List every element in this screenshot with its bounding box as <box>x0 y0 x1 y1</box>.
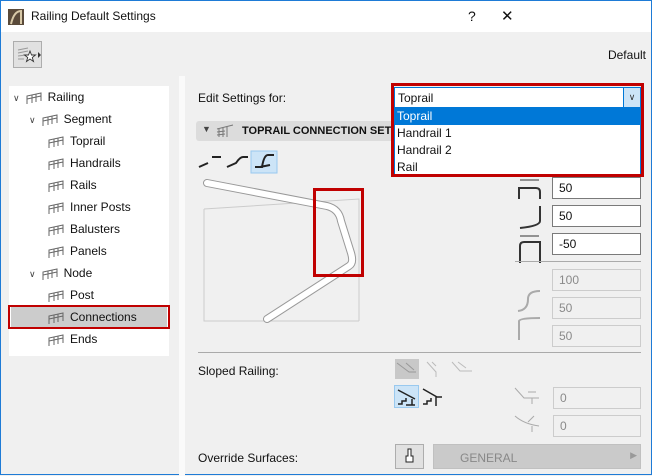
tree-item-railing[interactable]: ∨ Railing <box>13 87 84 107</box>
tree-item-panels[interactable]: Panels <box>47 241 107 261</box>
railing-icon <box>26 92 42 104</box>
tree-item-rails[interactable]: Rails <box>47 175 97 195</box>
panels-icon <box>48 246 64 258</box>
slope-param-icons <box>514 387 540 432</box>
node-icon <box>42 268 58 280</box>
tree-item-label: Inner Posts <box>70 200 131 214</box>
preset-name: Default <box>607 48 646 62</box>
archicad-app-icon <box>8 9 24 25</box>
tree-item-label: Segment <box>63 112 112 126</box>
radius-input[interactable]: 50 <box>552 205 641 227</box>
section-divider <box>198 352 641 353</box>
handrails-icon <box>48 158 64 170</box>
tree-item-segment[interactable]: ∨ Segment <box>29 109 112 129</box>
slope-option-3[interactable] <box>451 361 472 372</box>
title-bar: Railing Default Settings ? ✕ <box>1 1 651 32</box>
tree-item-label: Ends <box>70 332 98 346</box>
step-length-input[interactable]: 100 <box>552 269 641 291</box>
favorites-button[interactable] <box>13 41 42 68</box>
divider <box>515 261 641 262</box>
tree-item-label: Railing <box>47 90 85 104</box>
chevron-down-icon[interactable]: ∨ <box>29 115 36 125</box>
slope-option-2[interactable] <box>426 361 437 377</box>
tree-item-inner-posts[interactable]: Inner Posts <box>47 197 131 217</box>
tree-item-ends[interactable]: Ends <box>47 329 97 349</box>
dialog-window: Railing Default Settings ? ✕ Default ∨ Ra… <box>0 0 652 476</box>
sloped-options <box>394 359 472 408</box>
highlight-connection <box>313 188 364 277</box>
toprail-icon <box>48 136 64 148</box>
arrow-right-icon: ▶ <box>630 450 637 460</box>
step-radius-input-2[interactable]: 50 <box>552 325 641 347</box>
post-icon <box>48 290 64 302</box>
slope-vertical-option[interactable] <box>422 388 442 406</box>
edit-settings-label: Edit Settings for: <box>198 91 287 105</box>
close-button[interactable]: ✕ <box>501 7 514 25</box>
tree-item-handrails[interactable]: Handrails <box>47 153 121 173</box>
override-surfaces-label: Override Surfaces: <box>198 451 299 465</box>
highlight-connections <box>8 305 170 329</box>
chevron-down-icon[interactable]: ∨ <box>29 269 36 279</box>
collapse-arrow-icon: ▼ <box>202 124 211 134</box>
section-header[interactable]: ▼ TOPRAIL CONNECTION SETTINGS <box>196 121 391 141</box>
tree-item-label: Handrails <box>70 156 121 170</box>
ends-icon <box>48 334 64 346</box>
offset-input-1[interactable]: 50 <box>552 177 641 199</box>
tree-item-label: Rails <box>70 178 97 192</box>
section-title: TOPRAIL CONNECTION SETTINGS <box>242 125 391 137</box>
tree-item-label: Toprail <box>70 134 106 148</box>
paintbrush-icon <box>405 448 414 463</box>
slope-radius-input[interactable]: 0 <box>553 415 641 437</box>
tree-item-label: Post <box>70 288 95 302</box>
segment-icon <box>42 114 58 126</box>
highlight-dropdown <box>391 83 644 177</box>
surface-name: GENERAL <box>460 451 518 465</box>
help-button[interactable]: ? <box>468 8 476 24</box>
parameter-icons <box>517 179 541 356</box>
slope-offset-input[interactable]: 0 <box>553 387 641 409</box>
connection-straight-icon[interactable] <box>198 156 221 168</box>
tree-item-node[interactable]: ∨ Node <box>29 263 92 283</box>
offset-input-2[interactable]: -50 <box>552 233 641 255</box>
inner-posts-icon <box>48 202 64 214</box>
tree-item-post[interactable]: Post <box>47 285 94 305</box>
surface-selector[interactable]: GENERAL ▶ <box>433 444 641 469</box>
tree-item-label: Node <box>63 266 93 280</box>
tree-item-label: Panels <box>70 244 107 258</box>
connection-step-icon[interactable] <box>226 156 248 168</box>
tree-item-label: Balusters <box>70 222 121 236</box>
override-surfaces-button[interactable] <box>395 444 424 469</box>
toprail-icon <box>216 124 234 137</box>
tree-item-toprail[interactable]: Toprail <box>47 131 105 151</box>
tree-item-balusters[interactable]: Balusters <box>47 219 120 239</box>
favorites-star-icon <box>17 47 41 63</box>
slope-option-1[interactable] <box>395 359 419 379</box>
sloped-railing-label: Sloped Railing: <box>198 364 279 378</box>
window-title: Railing Default Settings <box>31 9 156 23</box>
rails-icon <box>48 180 64 192</box>
panel-splitter[interactable] <box>179 76 185 476</box>
chevron-down-icon[interactable]: ∨ <box>13 93 20 103</box>
balusters-icon <box>48 224 64 236</box>
step-radius-input-1[interactable]: 50 <box>552 297 641 319</box>
